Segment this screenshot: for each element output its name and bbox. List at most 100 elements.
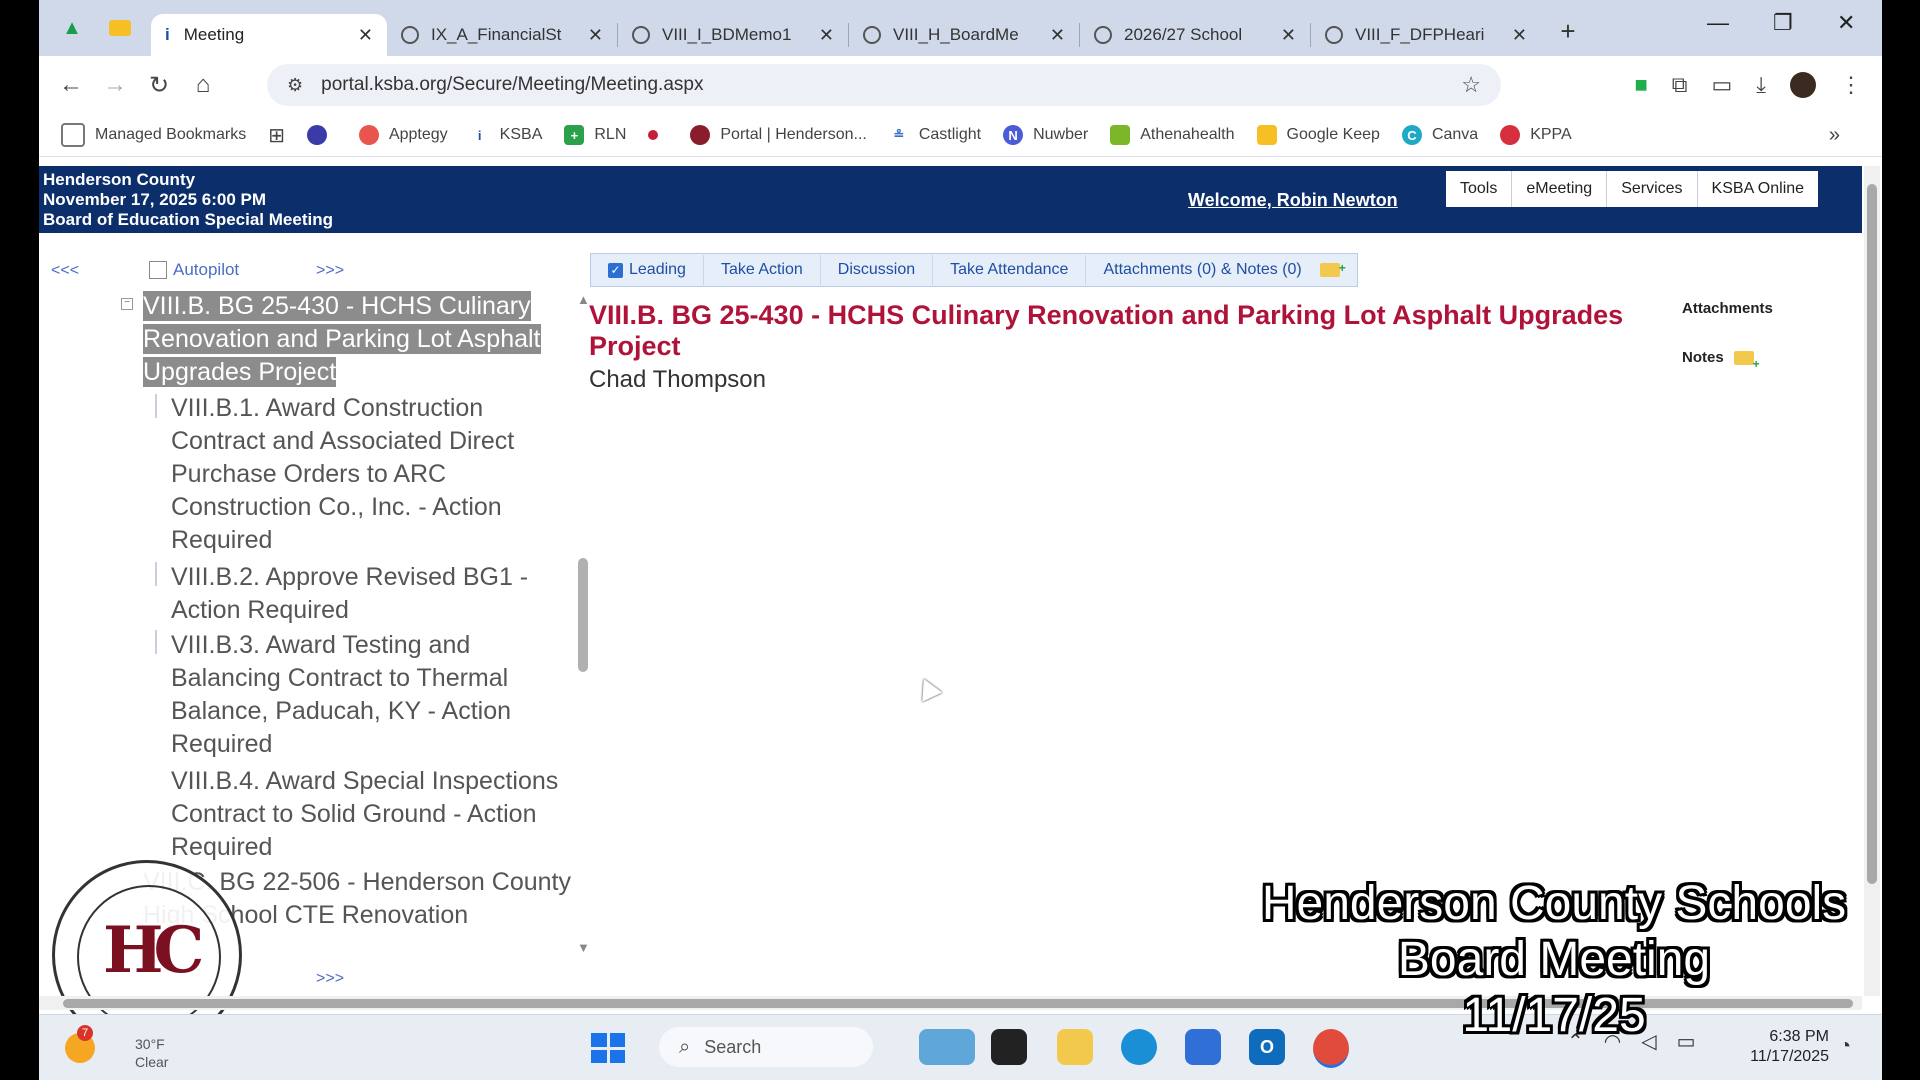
url-text[interactable]: portal.ksba.org/Secure/Meeting/Meeting.a… xyxy=(321,74,703,96)
back-icon[interactable]: ← xyxy=(49,71,93,99)
tree-scroll-thumb[interactable] xyxy=(578,558,588,672)
close-icon[interactable]: ✕ xyxy=(819,25,834,46)
extensions-icon[interactable]: ⧉ xyxy=(1672,72,1688,98)
profile-avatar[interactable] xyxy=(1790,72,1816,98)
nav-ksba-online[interactable]: KSBA Online xyxy=(1698,171,1819,207)
tree-scrollbar[interactable]: ▲ ▼ xyxy=(577,292,590,955)
close-icon[interactable]: ✕ xyxy=(1281,25,1296,46)
taskbar-search[interactable]: ⌕ Search xyxy=(659,1027,873,1067)
tab-meeting[interactable]: i Meeting ✕ xyxy=(151,14,387,56)
bookmark-extension[interactable] xyxy=(306,125,337,145)
bookmark-apptegy[interactable]: Apptegy xyxy=(358,125,448,145)
leading-toggle[interactable]: ✓ Leading xyxy=(591,255,704,285)
next-item-link-bottom[interactable]: >>> xyxy=(316,970,344,988)
drive-icon[interactable]: ▲ xyxy=(51,8,93,48)
store-icon[interactable] xyxy=(1185,1029,1221,1065)
meeting-type: Board of Education Special Meeting xyxy=(43,210,333,229)
widgets-landscape-icon[interactable] xyxy=(919,1029,975,1065)
tab-bdmemo[interactable]: VIII_I_BDMemo1 ✕ xyxy=(618,14,848,56)
globe-icon xyxy=(1094,26,1112,44)
nav-emeeting[interactable]: eMeeting xyxy=(1512,171,1608,207)
nav-services[interactable]: Services xyxy=(1607,171,1698,207)
tab-financial[interactable]: IX_A_FinancialSt ✕ xyxy=(387,14,617,56)
task-view-icon[interactable] xyxy=(991,1029,1027,1065)
bookmark-label: RLN xyxy=(594,126,627,143)
take-action-button[interactable]: Take Action xyxy=(704,255,821,285)
discussion-button[interactable]: Discussion xyxy=(821,255,934,285)
agenda-subitem-2[interactable]: VIII.B.2. Approve Revised BG1 - Action R… xyxy=(171,561,571,627)
bookmark-label: Apptegy xyxy=(388,126,448,143)
scroll-down-icon[interactable]: ▼ xyxy=(577,940,590,955)
tree-guide xyxy=(155,394,157,418)
bookmark-athenahealth[interactable]: Athenahealth xyxy=(1110,125,1235,145)
bookmark-label: Portal | Henderson... xyxy=(720,126,867,143)
take-attendance-button[interactable]: Take Attendance xyxy=(933,255,1087,285)
tab-dfphearing[interactable]: VIII_F_DFPHeari ✕ xyxy=(1311,14,1541,56)
welcome-link[interactable]: Welcome, Robin Newton xyxy=(1188,190,1398,211)
portal-icon xyxy=(690,125,711,145)
bookmark-canva[interactable]: C Canva xyxy=(1401,125,1478,145)
tab-title: 2026/27 School xyxy=(1124,25,1243,44)
address-bar[interactable]: ⚙ portal.ksba.org/Secure/Meeting/Meeting… xyxy=(267,64,1501,106)
minimize-icon[interactable]: — xyxy=(1707,10,1729,36)
bookmark-google-keep[interactable]: Google Keep xyxy=(1256,125,1380,145)
extension-green-icon[interactable]: ■ xyxy=(1634,72,1647,98)
slides-icon[interactable] xyxy=(99,8,141,48)
download-icon[interactable]: ⤓ xyxy=(1756,72,1766,98)
close-icon[interactable]: ✕ xyxy=(1050,25,1065,46)
autopilot-label: Autopilot xyxy=(173,260,240,279)
site-info-icon[interactable]: ⚙ xyxy=(287,75,303,96)
next-item-link[interactable]: >>> xyxy=(316,262,344,280)
bookmark-nuwber[interactable]: N Nuwber xyxy=(1003,125,1088,145)
bookmark-ksba[interactable]: i KSBA xyxy=(470,125,543,145)
tab-title: IX_A_FinancialSt xyxy=(431,25,562,44)
new-tab-button[interactable]: + xyxy=(1551,14,1585,48)
windows-start-icon[interactable] xyxy=(591,1033,625,1063)
agenda-subitem-4[interactable]: VIII.B.4. Award Special Inspections Cont… xyxy=(171,765,571,864)
bookmark-label: Nuwber xyxy=(1033,126,1089,143)
bookmark-rln[interactable]: + RLN xyxy=(564,125,626,145)
tab-boardmemo[interactable]: VIII_H_BoardMe ✕ xyxy=(849,14,1079,56)
attachments-notes-button[interactable]: Attachments (0) & Notes (0) xyxy=(1086,253,1356,285)
prev-item-link[interactable]: <<< xyxy=(51,262,79,280)
file-explorer-icon[interactable] xyxy=(1057,1029,1093,1065)
close-icon[interactable]: ✕ xyxy=(1512,25,1527,46)
close-icon[interactable]: ✕ xyxy=(588,25,603,46)
more-bookmarks-icon[interactable]: » xyxy=(1829,124,1840,147)
bookmark-castlight[interactable]: ≗ Castlight xyxy=(889,125,981,145)
forward-icon[interactable]: → xyxy=(93,71,137,99)
reload-icon[interactable]: ↻ xyxy=(137,71,181,100)
apps-grid-icon[interactable]: ⊞ xyxy=(268,123,285,148)
agenda-subitem-1[interactable]: VIII.B.1. Award Construction Contract an… xyxy=(171,392,571,557)
autopilot-checkbox[interactable] xyxy=(149,261,167,279)
bookmark-label: Castlight xyxy=(918,126,982,143)
checkbox-checked-icon[interactable]: ✓ xyxy=(608,262,623,278)
page-icon: i xyxy=(165,25,170,44)
autopilot-toggle[interactable]: Autopilot xyxy=(149,260,239,280)
reading-mode-icon[interactable]: ▭ xyxy=(1711,72,1732,98)
close-window-icon[interactable]: ✕ xyxy=(1837,10,1855,36)
close-icon[interactable]: ✕ xyxy=(358,25,373,46)
browser-tab-strip: ▲ i Meeting ✕ IX_A_FinancialSt ✕ VIII_I_… xyxy=(39,0,1882,56)
top-nav: Tools eMeeting Services KSBA Online xyxy=(1446,171,1819,207)
agenda-item-selected[interactable]: VIII.B. BG 25-430 - HCHS Culinary Renova… xyxy=(143,290,563,389)
restore-icon[interactable]: ❐ xyxy=(1773,10,1793,36)
page-scroll-thumb[interactable] xyxy=(1867,184,1877,884)
bookmark-portal[interactable]: Portal | Henderson... xyxy=(690,125,867,145)
home-icon[interactable]: ⌂ xyxy=(181,71,225,99)
tab-school[interactable]: 2026/27 School ✕ xyxy=(1080,14,1310,56)
edge-icon[interactable] xyxy=(1121,1029,1157,1065)
bookmark-managed[interactable]: Managed Bookmarks xyxy=(61,123,246,147)
collapse-icon[interactable]: − xyxy=(121,298,133,310)
bookmark-red[interactable] xyxy=(648,130,668,140)
bookmark-kppa[interactable]: KPPA xyxy=(1500,125,1572,145)
scroll-up-icon[interactable]: ▲ xyxy=(577,292,590,307)
action-bar: ✓ Leading Take Action Discussion Take At… xyxy=(590,253,1358,287)
page-scrollbar[interactable] xyxy=(1864,166,1880,996)
agenda-subitem-3[interactable]: VIII.B.3. Award Testing and Balancing Co… xyxy=(171,629,571,761)
menu-icon[interactable]: ⋮ xyxy=(1840,72,1862,98)
bookmark-star-icon[interactable]: ☆ xyxy=(1461,72,1481,98)
nav-tools[interactable]: Tools xyxy=(1446,171,1513,207)
add-folder-icon[interactable] xyxy=(1319,253,1346,283)
add-note-icon[interactable] xyxy=(1733,350,1760,371)
